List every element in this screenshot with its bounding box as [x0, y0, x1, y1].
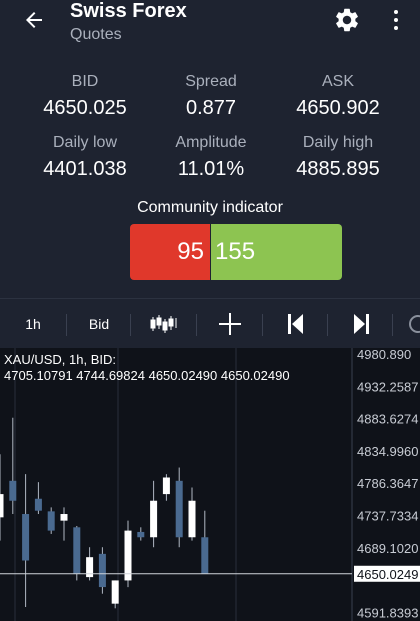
toolbar-divider [66, 314, 67, 336]
crosshair-button[interactable] [214, 300, 246, 348]
app-header: Swiss Forex Quotes [0, 0, 420, 56]
daily-high-stat: Daily high 4885.895 [268, 131, 408, 183]
community-sell-count: 95 [130, 224, 210, 280]
amplitude-label: Amplitude [175, 134, 247, 151]
ask-value: 4650.902 [296, 97, 380, 119]
settings-button[interactable] [333, 6, 361, 34]
y-tick-label: 4591.8393 [357, 605, 418, 620]
arrow-left-icon [26, 12, 42, 28]
current-price-label: 4650.0249 [357, 567, 418, 582]
candle-body [47, 511, 55, 531]
community-indicator-bar: 95 155 [130, 224, 342, 280]
skip-back-button[interactable] [282, 300, 310, 348]
candle-body [22, 514, 30, 561]
candle-body [98, 553, 106, 588]
crosshair-icon [219, 313, 241, 335]
candle-body [162, 477, 170, 495]
bid-value: 4650.025 [43, 97, 127, 119]
daily-low-label: Daily low [52, 134, 117, 151]
y-tick-label: 4737.7334 [357, 509, 418, 524]
price-type-button[interactable]: Bid [80, 300, 118, 348]
bid-stat: BID 4650.025 [15, 70, 155, 122]
toolbar-divider [392, 314, 393, 336]
clock-button[interactable] [404, 300, 420, 348]
candlestick-chart: 4980.890 4932.2587 4883.6274 4834.9960 4786.… [0, 348, 420, 621]
chart-info-line1: XAU/USD, 1h, BID: [4, 352, 116, 367]
toolbar-divider [196, 314, 197, 336]
candle-body [175, 480, 183, 538]
ask-stat: ASK 4650.902 [268, 70, 408, 122]
candle-body [188, 500, 196, 538]
y-tick-label: 4834.9960 [357, 444, 418, 459]
toolbar-divider [327, 314, 328, 336]
chart-type-button[interactable] [146, 300, 182, 348]
candle-body [150, 500, 158, 538]
skip-back-icon [288, 314, 303, 334]
spread-value: 0.877 [185, 97, 237, 119]
page-subtitle: Quotes [70, 26, 122, 43]
toolbar-divider [130, 314, 131, 336]
clock-icon [409, 315, 420, 333]
spread-stat: Spread 0.877 [141, 70, 281, 122]
candle-body [9, 480, 17, 501]
daily-low-stat: Daily low 4401.038 [15, 131, 155, 183]
daily-low-value: 4401.038 [43, 158, 127, 180]
candle-body [137, 531, 145, 538]
y-tick-label: 4786.3647 [357, 476, 418, 491]
skip-forward-icon [354, 314, 369, 334]
y-tick-label: 4689.1020 [357, 541, 418, 556]
price-chart[interactable]: 4980.890 4932.2587 4883.6274 4834.9960 4786.… [0, 348, 420, 621]
candle-body [73, 527, 81, 574]
y-tick-label: 4883.6274 [357, 412, 418, 427]
amplitude-value: 11.01% [177, 158, 245, 180]
gear-icon [336, 8, 358, 32]
back-button[interactable] [16, 4, 52, 36]
bid-label: BID [71, 73, 99, 90]
community-buy-count: 155 [210, 224, 342, 280]
more-options-button[interactable] [386, 6, 406, 34]
candle-body [60, 514, 68, 521]
daily-high-label: Daily high [302, 134, 374, 151]
chart-info-overlay: XAU/USD, 1h, BID: 4705.10791 4744.69824 4… [4, 352, 290, 384]
timeframe-button[interactable]: 1h [14, 300, 52, 348]
amplitude-stat: Amplitude 11.01% [141, 131, 281, 183]
more-vertical-icon [394, 10, 398, 14]
divider [0, 298, 420, 299]
daily-high-value: 4885.895 [296, 158, 380, 180]
candle-body [0, 494, 4, 518]
ask-label: ASK [321, 73, 354, 90]
y-tick-label: 4932.2587 [357, 379, 418, 394]
candle-body [34, 498, 42, 511]
community-indicator-label: Community indicator [137, 199, 283, 216]
chart-toolbar: 1h Bid [0, 300, 420, 348]
chart-info-line2: 4705.10791 4744.69824 4650.02490 4650.02… [4, 368, 290, 383]
y-tick-label: 4980.890 [357, 348, 411, 362]
toolbar-divider [262, 314, 263, 336]
skip-forward-button[interactable] [347, 300, 375, 348]
candle-body [111, 580, 119, 604]
candlestick-icon [150, 315, 177, 333]
candle-body [201, 537, 209, 574]
spread-label: Spread [185, 73, 237, 90]
page-title: Swiss Forex [70, 0, 187, 22]
candle-body [124, 530, 132, 581]
